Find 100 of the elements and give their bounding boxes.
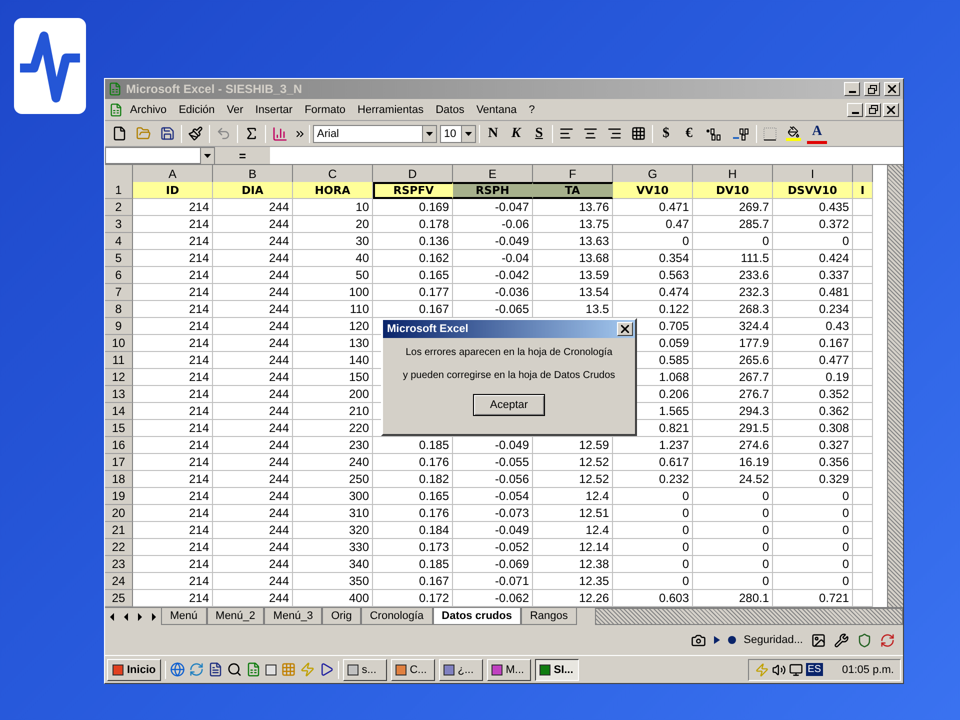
row-header[interactable]: 13: [105, 386, 133, 403]
table-cell: 130: [293, 335, 373, 352]
row-header[interactable]: 22: [105, 539, 133, 556]
currency-button[interactable]: $: [656, 124, 676, 144]
row-header[interactable]: 11: [105, 352, 133, 369]
table-cell: 200: [293, 386, 373, 403]
menu-item[interactable]: Archivo: [125, 102, 172, 118]
table-cell: [853, 369, 873, 386]
sheet-tab[interactable]: Menú: [161, 608, 207, 625]
table-cell: -0.052: [453, 539, 533, 556]
row-header[interactable]: 18: [105, 471, 133, 488]
menu-item[interactable]: Datos: [430, 102, 470, 118]
row-header[interactable]: 19: [105, 488, 133, 505]
sheet-tab[interactable]: Menú_3: [264, 608, 322, 625]
row-header[interactable]: 16: [105, 437, 133, 454]
column-header[interactable]: E: [453, 165, 533, 183]
menu-item[interactable]: Formato: [300, 102, 351, 118]
table-cell: [853, 420, 873, 437]
table-cell: 13.75: [533, 216, 613, 233]
menu-item[interactable]: Ver: [222, 102, 248, 118]
taskbar-button[interactable]: ¿...: [438, 658, 483, 680]
restore-button[interactable]: [865, 102, 881, 116]
column-header[interactable]: I: [773, 165, 853, 183]
sheet-tab[interactable]: Cronología: [360, 608, 433, 625]
column-header[interactable]: D: [373, 165, 453, 183]
taskbar-button[interactable]: M...: [486, 658, 531, 680]
row-header[interactable]: 7: [105, 284, 133, 301]
column-header[interactable]: A: [133, 165, 213, 183]
row-header[interactable]: 3: [105, 216, 133, 233]
brush-icon: [188, 126, 203, 141]
row-header[interactable]: 2: [105, 199, 133, 216]
menu-item[interactable]: Insertar: [250, 102, 298, 118]
column-header[interactable]: C: [293, 165, 373, 183]
menu-item[interactable]: Herramientas: [352, 102, 429, 118]
italic-button[interactable]: K: [506, 124, 526, 144]
table-cell: [853, 488, 873, 505]
font-size-field[interactable]: 10: [440, 124, 476, 142]
vertical-scrollbar[interactable]: [887, 165, 903, 607]
menu-item[interactable]: Ventana: [471, 102, 522, 118]
language-indicator[interactable]: ES: [806, 663, 824, 676]
taskbar-button[interactable]: s...: [342, 658, 387, 680]
sheet-tab[interactable]: Datos crudos: [432, 608, 521, 625]
row-header[interactable]: 15: [105, 420, 133, 437]
taskbar-button[interactable]: SI...: [534, 658, 579, 680]
menu-item[interactable]: ?: [524, 102, 540, 118]
table-cell: 0: [693, 573, 773, 590]
restore-button[interactable]: [864, 82, 880, 96]
row-header[interactable]: 10: [105, 335, 133, 352]
table-cell: 214: [133, 216, 213, 233]
table-cell: -0.054: [453, 488, 533, 505]
row-header[interactable]: 14: [105, 403, 133, 420]
fill-color-button[interactable]: [783, 124, 804, 144]
table-cell: 140: [293, 352, 373, 369]
row-header[interactable]: 12: [105, 369, 133, 386]
row-header[interactable]: 20: [105, 505, 133, 522]
close-button[interactable]: [884, 82, 900, 96]
taskbar-button[interactable]: C...: [390, 658, 435, 680]
sheet-tab[interactable]: Menú_2: [206, 608, 264, 625]
row-header[interactable]: 4: [105, 233, 133, 250]
column-header[interactable]: F: [533, 165, 613, 183]
sheet-tab[interactable]: Orig: [322, 608, 361, 625]
column-header[interactable]: [853, 165, 873, 183]
column-header[interactable]: H: [693, 165, 773, 183]
select-all-corner[interactable]: [105, 165, 133, 183]
row-header[interactable]: 21: [105, 522, 133, 539]
sheet-tab[interactable]: Rangos: [520, 608, 577, 625]
row-header[interactable]: 9: [105, 318, 133, 335]
column-header[interactable]: G: [613, 165, 693, 183]
font-field[interactable]: Arial: [313, 124, 437, 142]
table-cell: [853, 471, 873, 488]
table-cell: 214: [133, 437, 213, 454]
row-header[interactable]: 6: [105, 267, 133, 284]
security-label[interactable]: Seguridad...: [744, 634, 803, 646]
row-header[interactable]: 1: [105, 182, 133, 199]
minimize-button[interactable]: [844, 82, 860, 96]
equals-button[interactable]: =: [215, 147, 270, 164]
ok-button[interactable]: Aceptar: [473, 394, 545, 416]
minimize-button[interactable]: [847, 102, 863, 116]
table-cell: 12.51: [533, 505, 613, 522]
horizontal-scrollbar[interactable]: [594, 608, 903, 625]
euro-button[interactable]: €: [679, 124, 699, 144]
table-cell: 0.19: [773, 369, 853, 386]
row-header[interactable]: 17: [105, 454, 133, 471]
bold-button[interactable]: N: [483, 124, 503, 144]
row-header[interactable]: 23: [105, 556, 133, 573]
column-header[interactable]: B: [213, 165, 293, 183]
name-box[interactable]: [105, 147, 215, 164]
row-header[interactable]: 24: [105, 573, 133, 590]
close-button[interactable]: [617, 322, 633, 336]
font-color-button[interactable]: A: [807, 124, 827, 144]
close-button[interactable]: [883, 102, 899, 116]
underline-button[interactable]: S: [529, 124, 549, 144]
table-cell: 330: [293, 539, 373, 556]
row-header[interactable]: 8: [105, 301, 133, 318]
table-cell: 244: [213, 420, 293, 437]
row-header[interactable]: 25: [105, 590, 133, 607]
table-cell: 0: [613, 556, 693, 573]
menu-item[interactable]: Edición: [174, 102, 220, 118]
start-button[interactable]: Inicio: [107, 658, 161, 680]
row-header[interactable]: 5: [105, 250, 133, 267]
